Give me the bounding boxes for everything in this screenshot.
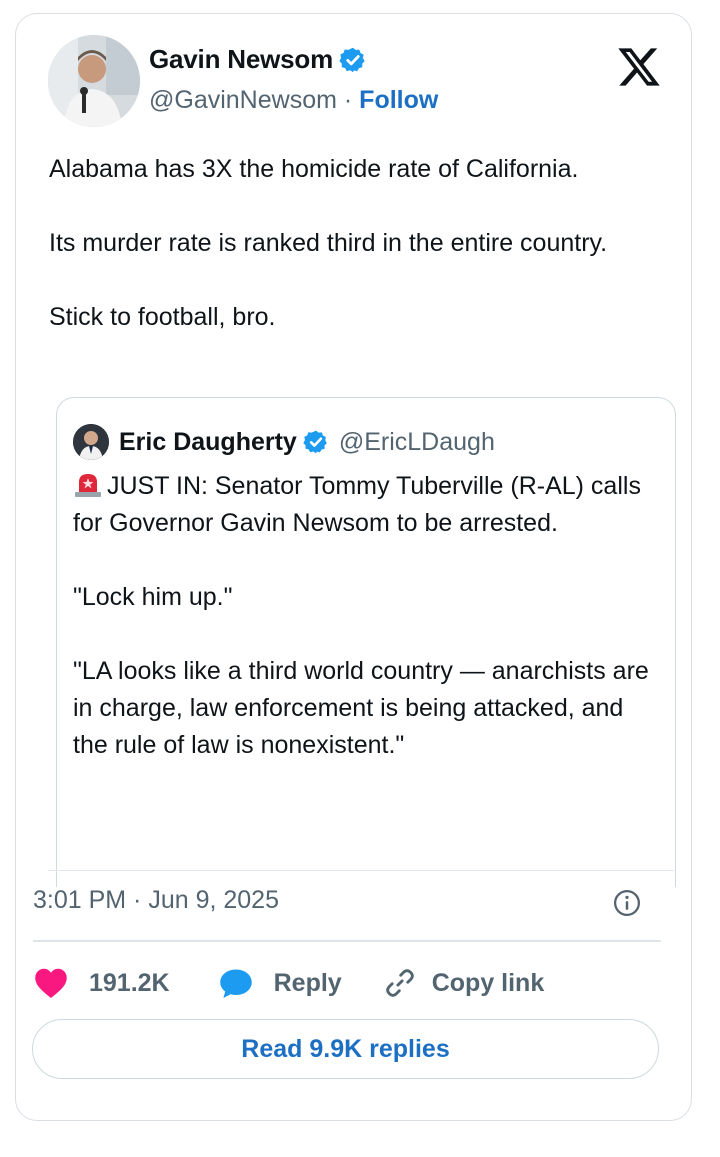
like-button[interactable]: 191.2K — [33, 966, 170, 1000]
siren-emoji-icon — [75, 474, 101, 497]
read-replies-button[interactable]: Read 9.9K replies — [32, 1019, 659, 1079]
info-icon[interactable] — [612, 888, 642, 918]
link-icon — [385, 969, 414, 997]
verified-badge-icon — [303, 430, 327, 454]
handle-separator: · — [343, 86, 360, 114]
x-logo-icon[interactable] — [616, 44, 662, 90]
tweet-card: Gavin Newsom @GavinNewsom · Follow Alaba… — [15, 13, 692, 1121]
author-name[interactable]: Gavin Newsom — [149, 44, 333, 75]
author-avatar[interactable] — [48, 35, 140, 127]
quoted-tweet[interactable]: Eric Daugherty @EricLDaugh JUST IN: Sena… — [56, 397, 676, 887]
heart-icon — [35, 968, 67, 998]
reply-button[interactable]: Reply — [218, 966, 342, 1000]
quoted-author-name: Eric Daugherty — [119, 427, 297, 456]
quoted-author-avatar — [73, 424, 109, 460]
speech-bubble-icon — [219, 969, 252, 998]
quoted-line: "LA looks like a third world country — a… — [73, 657, 649, 759]
tweet-line: Stick to football, bro. — [49, 303, 276, 331]
author-handle[interactable]: @GavinNewsom — [149, 86, 337, 114]
action-bar: 191.2K Reply Copy link — [33, 966, 544, 1000]
follow-button[interactable]: Follow — [359, 86, 438, 114]
copy-link-label: Copy link — [431, 968, 545, 997]
tweet-text: Alabama has 3X the homicide rate of Cali… — [49, 151, 669, 336]
divider — [33, 940, 661, 942]
quoted-author-handle: @EricLDaugh — [338, 427, 495, 456]
reply-label: Reply — [273, 968, 342, 997]
quote-cut-divider — [48, 870, 674, 871]
like-count: 191.2K — [89, 968, 170, 997]
quoted-line: "Lock him up." — [73, 583, 233, 611]
quoted-text: JUST IN: Senator Tommy Tuberville (R-AL)… — [73, 468, 653, 764]
copy-link-button[interactable]: Copy link — [382, 966, 545, 1000]
quoted-line: JUST IN: Senator Tommy Tuberville (R-AL)… — [73, 472, 641, 537]
timestamp[interactable]: 3:01 PM · Jun 9, 2025 — [33, 886, 279, 915]
tweet-line: Its murder rate is ranked third in the e… — [49, 229, 608, 257]
verified-badge-icon — [339, 47, 365, 72]
tweet-line: Alabama has 3X the homicide rate of Cali… — [49, 155, 579, 183]
